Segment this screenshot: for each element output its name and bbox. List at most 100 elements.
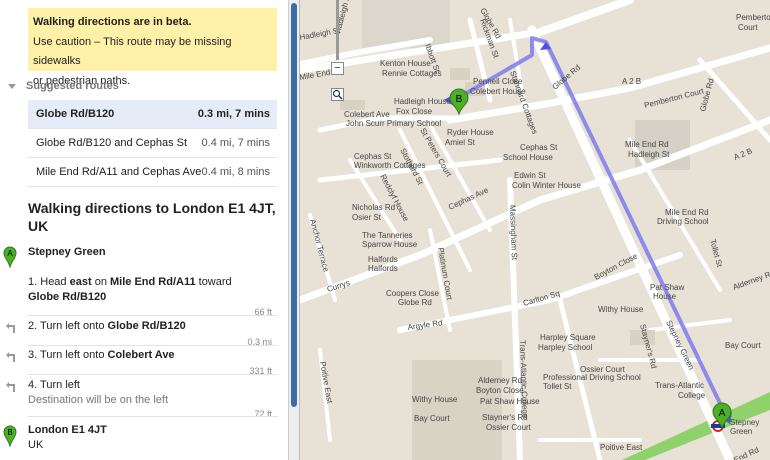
- map-label: Kenton House: [380, 59, 431, 68]
- end-location-sub: UK: [28, 439, 44, 451]
- route-name: Globe Rd/B120: [36, 108, 115, 120]
- direction-step-1[interactable]: 1. Head east on Mile End Rd/A11 toward G…: [28, 275, 278, 305]
- map-label: Ryder House: [447, 128, 494, 137]
- end-marker-letter: B: [7, 428, 12, 437]
- suggested-routes-label: Suggested routes: [26, 80, 119, 92]
- divider: [28, 416, 278, 417]
- scrollbar-thumb[interactable]: [291, 3, 297, 407]
- turn-left-icon: [6, 382, 15, 392]
- map-view[interactable]: Hadleigh St Globe Rd Rickman St Ibbott S…: [300, 0, 770, 460]
- map-label: Harpley Square: [540, 333, 596, 342]
- panel-scrollbar[interactable]: [288, 0, 300, 460]
- map-label: Globe Rd: [398, 298, 432, 307]
- map-label: House: [653, 292, 677, 301]
- map-label: Bay Court: [725, 341, 761, 350]
- map-label: Withy House: [598, 305, 644, 314]
- step-text: Turn left onto: [40, 349, 108, 361]
- divider: [28, 315, 278, 316]
- route-option-2[interactable]: Globe Rd/B120 and Cephas St 0.4 mi, 7 mi…: [28, 129, 277, 158]
- map-label: Fox Close: [396, 107, 433, 116]
- map-label: Rennie Cottages: [382, 69, 442, 78]
- divider: [28, 345, 278, 346]
- map-label: Osier St: [352, 213, 382, 222]
- map-label: Halfords: [368, 255, 398, 264]
- map-label: The Tanneries: [362, 231, 413, 240]
- route-option-3[interactable]: Mile End Rd/A11 and Cephas Ave 0.4 mi, 8…: [28, 158, 277, 187]
- zoom-slider-track[interactable]: [336, 0, 339, 60]
- beta-notice-title: Walking directions are in beta.: [33, 16, 192, 28]
- map-label: College: [678, 391, 706, 400]
- map-label: Harpley School: [538, 343, 592, 352]
- step-text: Head: [40, 276, 70, 288]
- map-label: Mile End Rd: [625, 140, 669, 149]
- directions-panel: Walking directions are in beta. Use caut…: [0, 0, 288, 460]
- step-text: Turn left: [40, 379, 80, 391]
- map-label: Hadleigh House: [394, 97, 451, 106]
- turn-left-icon: [6, 352, 15, 362]
- turn-left-icon: [6, 323, 15, 333]
- map-label: Professional Driving School: [543, 373, 641, 382]
- step-subtext: Destination will be on the left: [28, 394, 169, 406]
- step-text: toward: [195, 276, 232, 288]
- map-label: Withy House: [412, 395, 458, 404]
- map-label: Mile End Rd: [665, 208, 709, 217]
- step-bold: Colebert Ave: [107, 349, 175, 361]
- step-number: 2.: [28, 320, 38, 332]
- map-label: Colin Winter House: [512, 181, 581, 190]
- map-label: Ossier Court: [486, 423, 532, 432]
- map-label: Pat Shaw: [650, 283, 684, 292]
- map-label: Pemberto: [736, 13, 770, 22]
- map-label: Colebert Ave: [344, 110, 390, 119]
- map-label: Nicholas Rd: [352, 203, 395, 212]
- map-label: Hadleigh St: [628, 150, 670, 159]
- map-label: Green: [730, 427, 752, 436]
- map-label: Halfords: [368, 264, 398, 273]
- map-canvas[interactable]: Hadleigh St Globe Rd Rickman St Ibbott S…: [300, 0, 770, 460]
- route-meta: 0.3 mi, 7 mins: [197, 108, 270, 120]
- direction-step-2[interactable]: 2. Turn left onto Globe Rd/B120: [28, 319, 278, 334]
- map-label: Poitive East: [600, 443, 643, 452]
- start-marker-icon: A: [3, 246, 17, 268]
- suggested-routes-toggle[interactable]: Suggested routes: [8, 80, 119, 92]
- map-label: Stepney: [730, 418, 759, 427]
- end-location[interactable]: London E1 4JT: [28, 424, 107, 436]
- step-number: 3.: [28, 349, 38, 361]
- step-text: on: [91, 276, 110, 288]
- route-option-1[interactable]: Globe Rd/B120 0.3 mi, 7 mins: [28, 100, 277, 129]
- direction-step-3[interactable]: 3. Turn left onto Colebert Ave: [28, 348, 278, 363]
- map-label: Boyton Close: [476, 386, 524, 395]
- map-label: Ossier Court: [580, 365, 626, 374]
- step-number: 4.: [28, 379, 38, 391]
- step-number: 1.: [28, 276, 38, 288]
- step-bold: Globe Rd/B120: [28, 291, 107, 303]
- zoom-out-button[interactable]: −: [331, 62, 344, 75]
- map-label: Pat Shaw House: [480, 397, 540, 406]
- step-distance: 72 ft: [254, 409, 272, 419]
- map-label: Court: [738, 23, 758, 32]
- zoom-box-button[interactable]: [331, 88, 344, 101]
- end-marker-icon: B: [3, 425, 17, 447]
- route-name: Globe Rd/B120 and Cephas St: [36, 137, 188, 149]
- route-name: Mile End Rd/A11 and Cephas Ave: [36, 166, 202, 178]
- marker-b-letter: B: [456, 94, 463, 105]
- beta-notice: Walking directions are in beta. Use caut…: [28, 8, 277, 87]
- map-label: Cephas St: [354, 152, 392, 161]
- route-meta: 0.4 mi, 8 mins: [201, 166, 270, 178]
- collapse-triangle-icon: [8, 83, 16, 89]
- direction-step-4[interactable]: 4. Turn left Destination will be on the …: [28, 378, 278, 408]
- route-meta: 0.4 mi, 7 mins: [201, 137, 270, 149]
- divider: [28, 374, 278, 375]
- map-label: Trans-Atlantic: [655, 381, 704, 390]
- step-text: Turn left onto: [40, 320, 108, 332]
- step-bold: east: [69, 276, 92, 288]
- map-label: Alderney Rd: [478, 376, 522, 385]
- start-location[interactable]: Stepney Green: [28, 246, 106, 258]
- map-label: A 2 B: [622, 77, 641, 86]
- map-label: Tollet St: [543, 382, 572, 391]
- map-label: Amiel St: [445, 138, 476, 147]
- marker-a-letter: A: [719, 408, 726, 419]
- beta-notice-line1: Use caution – This route may be missing …: [33, 35, 232, 68]
- magnifier-icon: [332, 89, 343, 100]
- start-marker-letter: A: [7, 249, 13, 258]
- map-label: Bay Court: [414, 414, 450, 423]
